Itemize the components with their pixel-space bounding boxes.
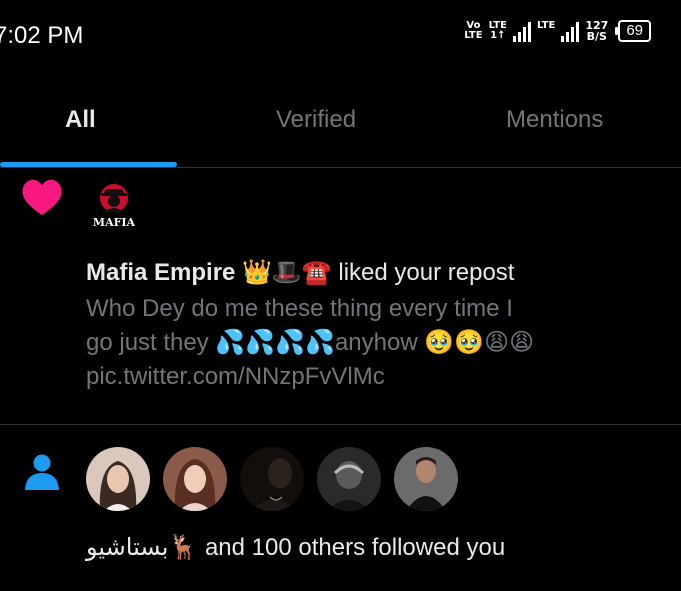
avatar[interactable] [240, 447, 304, 511]
person-icon [24, 453, 60, 496]
tab-all[interactable]: All [65, 106, 96, 134]
avatar[interactable] [86, 447, 150, 511]
avatar[interactable] [317, 447, 381, 511]
svg-text:MAFIA: MAFIA [93, 216, 136, 229]
avatar[interactable] [394, 447, 458, 511]
battery-icon: 69 [615, 20, 651, 42]
avatar[interactable] [163, 447, 227, 511]
status-bar: 7:02 PM Vo LTE LTE 1↑ LTE 127 B/S 69 [0, 0, 681, 72]
tab-verified[interactable]: Verified [276, 106, 356, 134]
active-tab-indicator [0, 162, 177, 167]
actor-name[interactable]: Mafia Empire 👑🎩☎️ [86, 259, 332, 286]
tweet-text: Who Dey do me these thing every time I g… [86, 292, 646, 394]
follower-avatars [86, 447, 458, 511]
follow-summary: بستاشیو🦌 and 100 others followed you [86, 534, 506, 561]
tweet-link[interactable]: pic.twitter.com/NNzpFvVlMc [86, 360, 646, 394]
notification-content: Mafia Empire 👑🎩☎️ liked your repost Who … [86, 256, 646, 394]
signal-icon [561, 20, 580, 42]
notification-action: liked your repost [331, 259, 515, 286]
lte-indicator-2: LTE [536, 20, 556, 31]
notification-tabs: All Verified Mentions [0, 72, 681, 168]
lte-indicator-1: LTE 1↑ [488, 20, 507, 41]
clock: 7:02 PM [0, 22, 84, 49]
avatar[interactable]: MAFIA [86, 182, 142, 230]
tab-mentions[interactable]: Mentions [506, 106, 603, 134]
volte-indicator: Vo LTE [464, 20, 483, 41]
heart-icon [21, 178, 63, 221]
network-speed: 127 B/S [585, 19, 609, 43]
follow-notification[interactable]: بستاشیو🦌 and 100 others followed you [0, 425, 681, 591]
like-notification[interactable]: MAFIA Mafia Empire 👑🎩☎️ liked your repos… [0, 168, 681, 425]
status-icons: Vo LTE LTE 1↑ LTE 127 B/S 69 [464, 20, 651, 42]
signal-icon [512, 20, 531, 42]
